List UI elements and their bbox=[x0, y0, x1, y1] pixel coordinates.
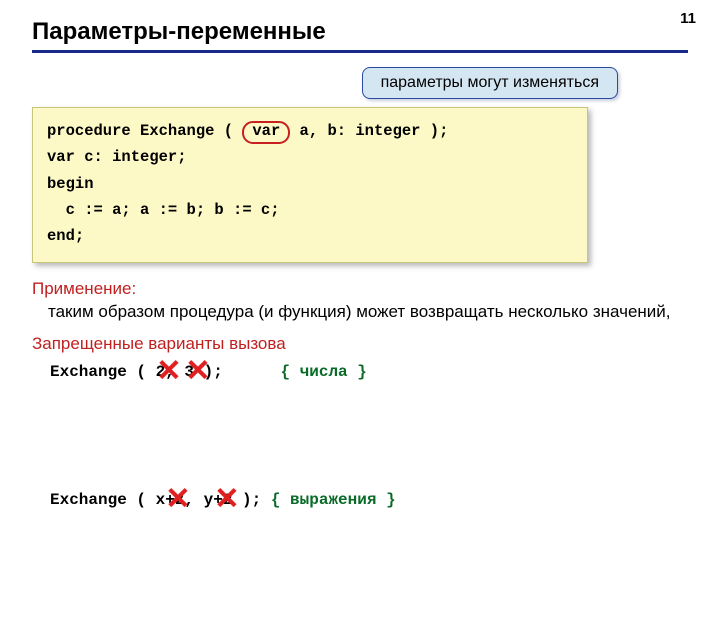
code-line-4: c := a; a := b; b := c; bbox=[47, 197, 573, 223]
var-keyword-pill: var bbox=[242, 121, 290, 144]
forbidden-row1-code: Exchange ( 2, 3 ); bbox=[50, 363, 280, 381]
forbidden-row2-code: Exchange ( x+z, y+2 ); bbox=[50, 491, 271, 509]
forbidden-examples: Exchange ( 2, 3 ); { числа } ✕ ✕ Exchang… bbox=[50, 356, 688, 612]
page-number: 11 bbox=[680, 10, 696, 27]
slide: 11 Параметры-переменные параметры могут … bbox=[0, 0, 720, 632]
forbidden-heading: Запрещенные варианты вызова bbox=[32, 334, 688, 354]
code-line-5: end; bbox=[47, 223, 573, 249]
code-line-2: var c: integer; bbox=[47, 144, 573, 170]
code-l1a: procedure Exchange ( bbox=[47, 122, 242, 140]
code-l1b: a, b: integer ); bbox=[290, 122, 448, 140]
callout-container: параметры могут изменяться bbox=[32, 67, 688, 99]
title-rule bbox=[32, 50, 688, 53]
forbidden-row2-comment: { выражения } bbox=[271, 491, 396, 509]
usage-text: таким образом процедура (и функция) може… bbox=[48, 301, 688, 324]
code-block: procedure Exchange ( var a, b: integer )… bbox=[32, 107, 588, 263]
callout-note: параметры могут изменяться bbox=[362, 67, 618, 99]
forbidden-row1-comment: { числа } bbox=[280, 363, 366, 381]
slide-title: Параметры-переменные bbox=[32, 18, 688, 46]
code-line-1: procedure Exchange ( var a, b: integer )… bbox=[47, 118, 573, 144]
forbidden-row-1: Exchange ( 2, 3 ); { числа } ✕ ✕ bbox=[50, 356, 688, 484]
usage-heading: Применение: bbox=[32, 279, 688, 299]
code-line-3: begin bbox=[47, 171, 573, 197]
forbidden-row-2: Exchange ( x+z, y+2 ); { выражения } ✕ ✕ bbox=[50, 484, 688, 612]
